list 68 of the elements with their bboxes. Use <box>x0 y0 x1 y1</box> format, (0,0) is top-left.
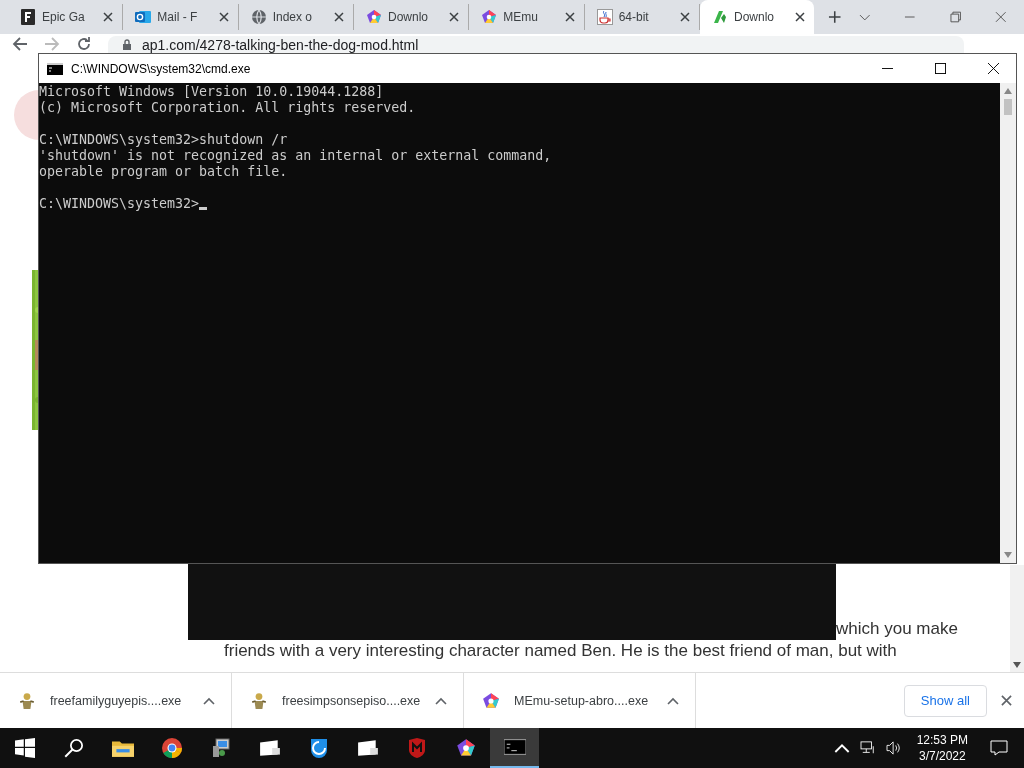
close-icon[interactable] <box>988 63 999 74</box>
pentagon-logo-icon <box>482 691 500 710</box>
close-icon[interactable] <box>332 10 346 24</box>
scrollbar-thumb[interactable] <box>1004 99 1012 115</box>
maximize-icon[interactable] <box>935 63 946 74</box>
back-icon[interactable] <box>12 36 28 52</box>
globe-icon <box>250 9 267 25</box>
scroll-down-icon[interactable] <box>1004 552 1012 558</box>
clock-date: 3/7/2022 <box>918 748 966 764</box>
show-all-button[interactable]: Show all <box>903 684 987 717</box>
pentagon-logo-icon <box>481 9 498 25</box>
browser-tab[interactable]: MEmu <box>469 4 585 30</box>
windows-logo-icon <box>13 738 36 758</box>
address-bar[interactable]: ap1.com/4278-talking-ben-the-dog-mod.html <box>108 36 964 53</box>
console-line: operable program or batch file. <box>39 164 288 180</box>
volume-icon[interactable] <box>885 741 902 755</box>
paragraph-line: friends with a very interesting character named Ben. He is the best friend of man, but with <box>223 640 898 662</box>
scroll-down-icon[interactable] <box>1013 662 1021 668</box>
close-icon[interactable] <box>677 10 692 24</box>
close-icon[interactable] <box>1001 695 1012 706</box>
browser-tab[interactable]: 64-bit <box>584 4 700 30</box>
figure-icon <box>18 691 36 710</box>
network-icon[interactable] <box>859 741 876 755</box>
console-line: C:\WINDOWS\system32>shutdown /r <box>39 132 288 148</box>
caret-icon[interactable] <box>435 696 447 705</box>
console-scrollbar[interactable] <box>1000 83 1016 563</box>
page-scrollbar[interactable] <box>1010 565 1024 672</box>
window-icon <box>258 738 281 758</box>
caret-icon[interactable] <box>203 696 215 705</box>
notification-icon[interactable] <box>990 740 1008 756</box>
reload-icon[interactable] <box>76 36 92 52</box>
terminal-icon <box>47 62 63 75</box>
browser-tab[interactable]: Downlo <box>354 4 470 30</box>
close-icon[interactable] <box>216 10 231 24</box>
window-icon <box>356 738 379 758</box>
coffee-cup-icon <box>596 9 613 25</box>
folder-icon <box>111 738 134 758</box>
paragraph-line: which you make <box>836 618 958 640</box>
browser-tab[interactable]: Index o <box>238 4 354 30</box>
close-icon[interactable] <box>101 10 116 24</box>
console-line: (c) Microsoft Corporation. All rights reserved. <box>39 100 416 116</box>
terminal-icon <box>503 737 526 757</box>
leaf-logo-icon <box>711 9 728 25</box>
scroll-up-icon[interactable] <box>1004 88 1012 94</box>
pentagon-logo-icon <box>454 738 477 758</box>
search-icon <box>62 738 85 758</box>
browser-tab[interactable]: Downlo <box>699 0 815 34</box>
browser-tab[interactable]: Mail - F <box>123 4 239 30</box>
browser-tab[interactable]: Epic Ga <box>8 4 124 30</box>
console-line: Microsoft Windows [Version 10.0.19044.1288] <box>39 84 384 100</box>
clock[interactable]: 12:53 PM 3/7/2022 <box>906 732 978 764</box>
mail-icon <box>135 9 152 25</box>
close-icon[interactable] <box>447 10 462 24</box>
new-tab-icon[interactable] <box>828 10 842 24</box>
close-icon[interactable] <box>793 10 808 24</box>
epic-logo-icon <box>20 9 36 25</box>
console-line: C:\WINDOWS\system32> <box>39 196 200 212</box>
window-title: C:\WINDOWS\system32\cmd.exe <box>71 61 251 76</box>
chrome-logo-icon <box>160 738 183 758</box>
console-line: 'shutdown' is not recognized as an internal or external command, <box>39 148 552 164</box>
lock-icon <box>122 38 132 51</box>
caret-icon[interactable] <box>667 696 679 705</box>
restore-icon[interactable] <box>949 11 962 23</box>
pentagon-logo-icon <box>366 9 382 25</box>
close-icon[interactable] <box>562 10 577 24</box>
taskbar-app[interactable] <box>490 728 539 768</box>
figure-icon <box>250 691 268 710</box>
clock-time: 12:53 PM <box>916 732 968 748</box>
